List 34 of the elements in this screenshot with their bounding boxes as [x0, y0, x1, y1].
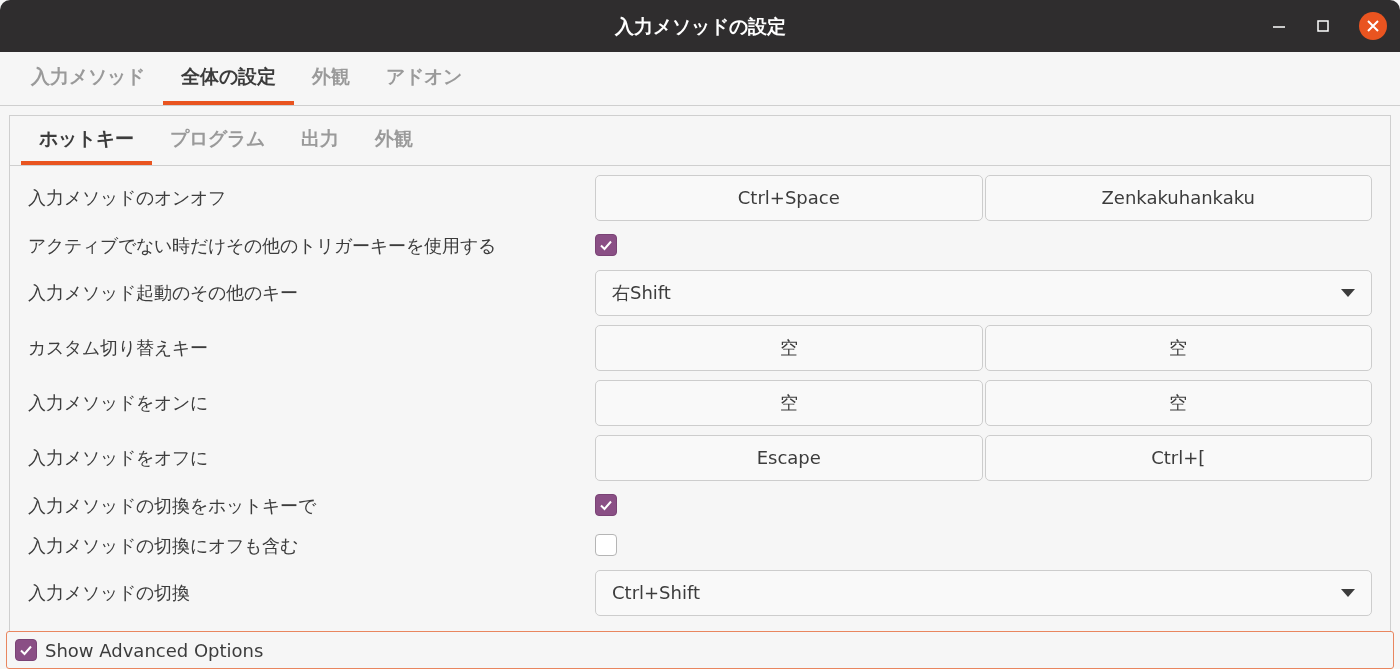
setting-label: 入力メソッドの切換	[28, 582, 190, 603]
tab[interactable]: 全体の設定	[163, 52, 294, 105]
setting-label: 入力メソッドをオフに	[28, 447, 208, 468]
key-button[interactable]: 空	[595, 324, 983, 371]
window-title: 入力メソッドの設定	[614, 13, 786, 39]
key-button[interactable]: Escape	[595, 434, 983, 481]
setting-label: カスタム切り替えキー	[28, 337, 208, 358]
key-button[interactable]: Ctrl+Space	[595, 174, 983, 221]
checkbox[interactable]	[595, 234, 617, 256]
close-icon[interactable]	[1359, 12, 1387, 40]
caret-icon	[1341, 588, 1355, 597]
setting-label: 入力メソッド起動のその他のキー	[28, 282, 298, 303]
key-button[interactable]: 空	[595, 379, 983, 426]
checkmark-icon	[19, 643, 33, 657]
dropdown[interactable]: Ctrl+Shift	[595, 569, 1372, 616]
advanced-options-label[interactable]: Show Advanced Options	[45, 636, 264, 664]
setting-label: 入力メソッドをオンに	[28, 392, 208, 413]
setting-label: 入力メソッドのオンオフ	[28, 187, 226, 208]
key-button[interactable]: Zenkakuhankaku	[984, 174, 1372, 221]
dropdown[interactable]: 右Shift	[595, 269, 1372, 316]
key-button[interactable]: 空	[984, 379, 1372, 426]
checkbox[interactable]	[15, 639, 37, 661]
checkmark-icon	[599, 498, 613, 512]
key-button[interactable]: Ctrl+[	[984, 434, 1372, 481]
checkbox[interactable]	[595, 534, 617, 556]
setting-label: 入力メソッドの切換にオフも含む	[28, 533, 298, 558]
setting-label: アクティブでない時だけその他のトリガーキーを使用する	[28, 233, 496, 258]
checkmark-icon	[599, 238, 613, 252]
maximize-icon[interactable]	[1315, 18, 1331, 34]
caret-icon	[1341, 288, 1355, 297]
setting-label: 入力メソッドの切換をホットキーで	[28, 493, 316, 518]
checkbox[interactable]	[595, 494, 617, 516]
tab[interactable]: ホットキー	[21, 116, 152, 165]
key-button[interactable]: 空	[984, 324, 1372, 371]
